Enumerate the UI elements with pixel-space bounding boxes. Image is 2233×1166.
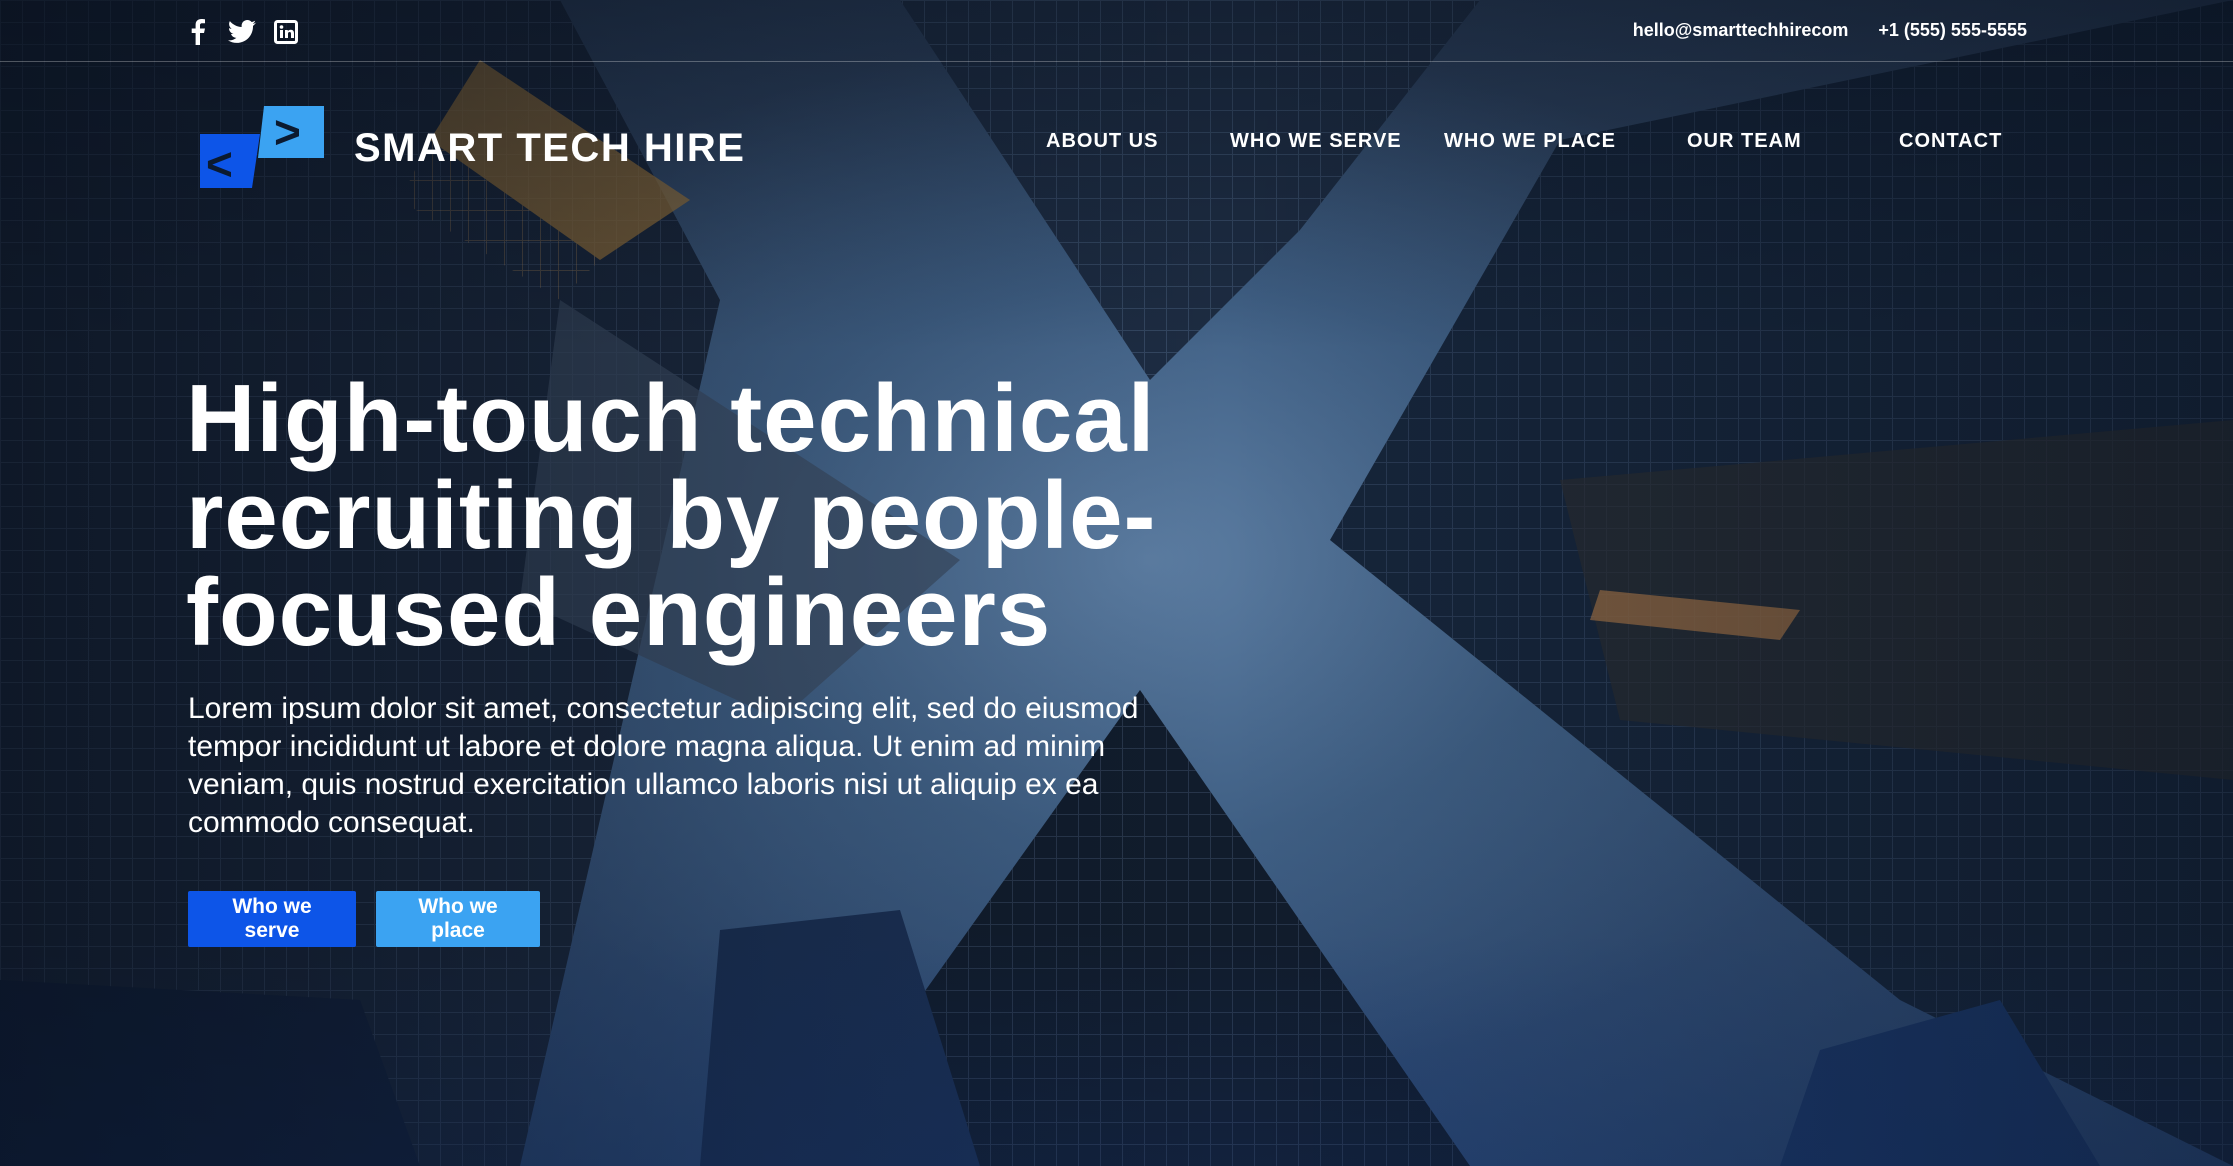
social-links bbox=[184, 18, 300, 46]
twitter-icon[interactable] bbox=[228, 18, 256, 46]
hero-description: Lorem ipsum dolor sit amet, consectetur … bbox=[188, 692, 1139, 839]
top-bar: hello@smarttechhirecom +1 (555) 555-5555 bbox=[0, 0, 2233, 62]
nav-item-who-we-place[interactable]: WHO WE PLACE bbox=[1444, 130, 1616, 153]
email-link[interactable]: hello@smarttechhirecom bbox=[1633, 20, 1849, 41]
who-we-serve-button[interactable]: Who we serve bbox=[188, 891, 356, 947]
nav-item-our-team[interactable]: OUR TEAM bbox=[1687, 130, 1802, 153]
nav-item-about-us[interactable]: ABOUT US bbox=[1046, 130, 1158, 153]
nav-item-contact[interactable]: CONTACT bbox=[1899, 130, 2002, 153]
linkedin-icon[interactable] bbox=[272, 18, 300, 46]
contact-info: hello@smarttechhirecom +1 (555) 555-5555 bbox=[1633, 20, 2027, 41]
phone-link[interactable]: +1 (555) 555-5555 bbox=[1878, 20, 2027, 41]
hero-headline: High-touch technical recruiting by peopl… bbox=[186, 365, 1157, 666]
nav-item-who-we-serve[interactable]: WHO WE SERVE bbox=[1230, 130, 1402, 153]
who-we-place-button[interactable]: Who we place bbox=[376, 891, 540, 947]
facebook-icon[interactable] bbox=[184, 18, 212, 46]
main-nav: ABOUT US WHO WE SERVE WHO WE PLACE OUR T… bbox=[0, 130, 2233, 160]
